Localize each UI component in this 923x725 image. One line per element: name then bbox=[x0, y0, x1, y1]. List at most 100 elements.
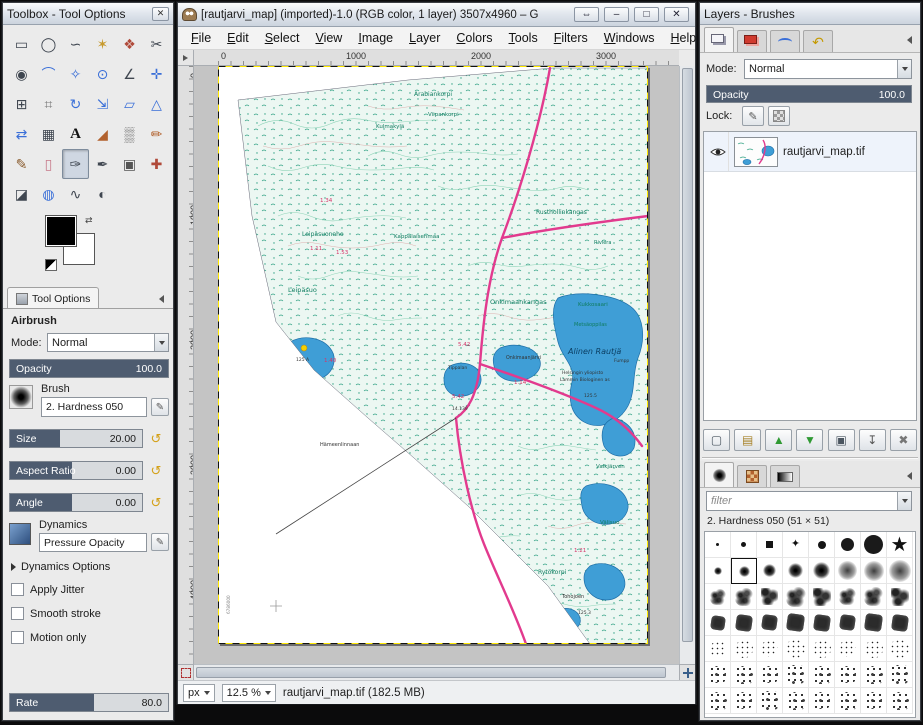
close-button[interactable]: ✕ bbox=[664, 7, 689, 22]
tool-color-picker[interactable]: ✧ bbox=[62, 59, 89, 89]
tab-layers[interactable] bbox=[704, 27, 734, 52]
apply-jitter-checkbox[interactable]: Apply Jitter bbox=[11, 583, 84, 596]
brush-item[interactable] bbox=[731, 584, 757, 610]
size-slider[interactable]: Size 20.00 bbox=[9, 429, 143, 448]
tool-rotate[interactable]: ↻ bbox=[62, 89, 89, 119]
tool-flip[interactable]: ⇄ bbox=[8, 119, 35, 149]
brush-item[interactable] bbox=[835, 532, 861, 558]
tool-zoom[interactable]: ⊙ bbox=[89, 59, 116, 89]
reset-aspect-button[interactable] bbox=[147, 462, 165, 480]
menu-tools[interactable]: Tools bbox=[502, 29, 545, 47]
brush-item[interactable] bbox=[809, 688, 835, 714]
vertical-scrollbar[interactable] bbox=[679, 66, 695, 664]
tool-align[interactable]: ⊞ bbox=[8, 89, 35, 119]
brush-item[interactable] bbox=[809, 584, 835, 610]
menu-select[interactable]: Select bbox=[258, 29, 307, 47]
tool-shear[interactable]: ▱ bbox=[116, 89, 143, 119]
brush-item[interactable] bbox=[861, 558, 887, 584]
lock-alpha-button[interactable] bbox=[768, 106, 790, 126]
opacity-slider[interactable]: Opacity 100.0 bbox=[9, 359, 169, 378]
reset-angle-button[interactable] bbox=[147, 494, 165, 512]
tool-cage-transform[interactable]: ▦ bbox=[35, 119, 62, 149]
brush-preview-icon[interactable] bbox=[9, 385, 33, 409]
brush-item[interactable] bbox=[887, 662, 913, 688]
tool-paths[interactable]: ⌒ bbox=[35, 59, 62, 89]
brush-item[interactable] bbox=[731, 532, 757, 558]
brush-item[interactable] bbox=[887, 558, 913, 584]
brush-item[interactable]: ✦ bbox=[783, 532, 809, 558]
navigation-button[interactable] bbox=[679, 664, 695, 680]
tool-move[interactable]: ✛ bbox=[143, 59, 170, 89]
menu-file[interactable]: File bbox=[184, 29, 218, 47]
smooth-stroke-checkbox[interactable]: Smooth stroke bbox=[11, 607, 101, 620]
brush-item[interactable] bbox=[783, 636, 809, 662]
tool-eraser[interactable]: ▯ bbox=[35, 149, 62, 179]
layer-row[interactable]: rautjarvi_map.tif bbox=[704, 132, 916, 172]
brush-item[interactable] bbox=[783, 688, 809, 714]
layers-titlebar[interactable]: Layers - Brushes bbox=[700, 3, 920, 25]
tab-undo-history[interactable]: ↶ bbox=[803, 30, 833, 52]
menu-help[interactable]: Help bbox=[663, 29, 703, 47]
vertical-ruler[interactable]: 01000200030004000 bbox=[178, 66, 194, 664]
brush-item[interactable] bbox=[835, 636, 861, 662]
tool-fuzzy-select[interactable]: ✶ bbox=[89, 29, 116, 59]
tool-smudge[interactable]: ∿ bbox=[62, 179, 89, 209]
tool-scale[interactable]: ⇲ bbox=[89, 89, 116, 119]
unit-select[interactable]: px bbox=[183, 684, 215, 702]
minimize-button[interactable]: – bbox=[604, 7, 629, 22]
brush-item[interactable] bbox=[835, 662, 861, 688]
brush-item[interactable] bbox=[861, 610, 887, 636]
angle-slider[interactable]: Angle 0.00 bbox=[9, 493, 143, 512]
menu-image[interactable]: Image bbox=[351, 29, 400, 47]
brush-filter-input[interactable]: filter bbox=[706, 491, 912, 511]
brush-item[interactable] bbox=[861, 584, 887, 610]
close-icon[interactable] bbox=[152, 7, 169, 21]
brush-item[interactable] bbox=[809, 532, 835, 558]
brush-item[interactable]: ★ bbox=[887, 532, 913, 558]
raise-layer-button[interactable]: ▲ bbox=[765, 429, 792, 451]
tool-perspective-clone[interactable]: ◪ bbox=[8, 179, 35, 209]
brush-item[interactable] bbox=[705, 532, 731, 558]
tab-paths[interactable] bbox=[770, 30, 800, 52]
brush-item[interactable] bbox=[705, 636, 731, 662]
zoom-select[interactable]: 12.5 % bbox=[222, 684, 276, 702]
tool-perspective[interactable]: △ bbox=[143, 89, 170, 119]
brush-item[interactable] bbox=[757, 610, 783, 636]
brush-item[interactable] bbox=[835, 610, 861, 636]
tool-gradient[interactable]: ▒ bbox=[116, 119, 143, 149]
swap-colors-icon[interactable] bbox=[85, 215, 93, 226]
horizontal-ruler[interactable]: 0100020003000 bbox=[194, 50, 679, 66]
brush-item[interactable] bbox=[757, 662, 783, 688]
horizontal-scrollbar[interactable] bbox=[194, 664, 679, 680]
duplicate-layer-button[interactable]: ▣ bbox=[828, 429, 855, 451]
tool-airbrush[interactable]: ✑ bbox=[62, 149, 89, 179]
brush-item[interactable] bbox=[809, 636, 835, 662]
brush-item[interactable] bbox=[731, 688, 757, 714]
brush-item[interactable] bbox=[783, 584, 809, 610]
tab-tool-options[interactable]: Tool Options bbox=[7, 287, 99, 309]
tool-select-by-color[interactable]: ❖ bbox=[116, 29, 143, 59]
tool-dodge-burn[interactable]: ◐ bbox=[89, 179, 116, 209]
brush-item[interactable] bbox=[835, 584, 861, 610]
foreground-color-swatch[interactable] bbox=[45, 215, 77, 247]
new-layer-button[interactable]: ▢ bbox=[703, 429, 730, 451]
brush-item[interactable] bbox=[887, 610, 913, 636]
aspect-ratio-slider[interactable]: Aspect Ratio 0.00 bbox=[9, 461, 143, 480]
anchor-layer-button[interactable]: ↧ bbox=[859, 429, 886, 451]
checkbox-icon[interactable] bbox=[11, 583, 24, 596]
window-arrows-button[interactable]: ⇔ bbox=[574, 7, 599, 22]
brush-item[interactable] bbox=[783, 662, 809, 688]
brush-item[interactable] bbox=[705, 688, 731, 714]
motion-only-checkbox[interactable]: Motion only bbox=[11, 631, 86, 644]
tool-text[interactable]: A bbox=[62, 119, 89, 149]
tool-scissors-select[interactable]: ✂ bbox=[143, 29, 170, 59]
canvas-viewport[interactable]: 6786000 ArabiankorpiViipankorpiKulmakylä… bbox=[194, 66, 679, 664]
default-colors-icon[interactable] bbox=[45, 259, 57, 271]
brush-item[interactable] bbox=[861, 636, 887, 662]
layer-opacity-slider[interactable]: Opacity 100.0 bbox=[706, 85, 912, 103]
tool-ellipse-select[interactable]: ◯ bbox=[35, 29, 62, 59]
tool-blur-sharpen[interactable]: ◍ bbox=[35, 179, 62, 209]
tab-gradients[interactable] bbox=[770, 465, 800, 487]
delete-layer-button[interactable]: ✖ bbox=[890, 429, 917, 451]
brush-item[interactable] bbox=[861, 532, 887, 558]
